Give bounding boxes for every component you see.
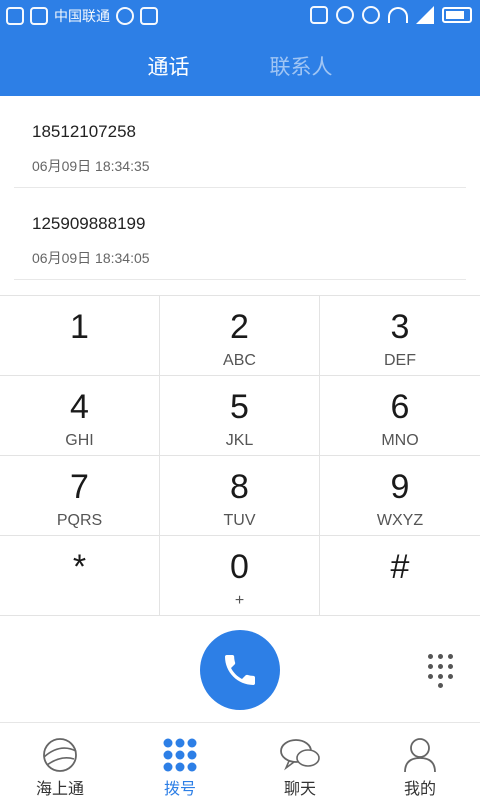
person-icon — [404, 738, 436, 773]
call-number: 18512107258 — [32, 122, 137, 141]
alarm-icon — [336, 6, 354, 24]
globe-icon — [43, 738, 77, 772]
status-bar: 中国联通 — [0, 0, 480, 32]
key-digit: 0 — [230, 548, 249, 586]
call-time: 06月09日 18:34:05 — [32, 250, 150, 266]
signal-icon — [416, 6, 434, 24]
call-time: 06月09日 18:34:35 — [32, 158, 150, 174]
key-star[interactable]: * — [0, 536, 160, 616]
nav-label: 我的 — [403, 781, 436, 798]
key-icon — [362, 6, 380, 24]
call-log-item[interactable]: 125909888199 06月09日 18:34:05 — [14, 188, 466, 280]
status-bar-left: 中国联通 — [6, 6, 158, 26]
key-hash[interactable]: # — [320, 536, 480, 616]
key-letters: ABC — [223, 352, 256, 369]
key-digit: 7 — [70, 468, 89, 506]
nav-label: 海上通 — [35, 781, 84, 798]
app-icon — [140, 7, 158, 25]
carrier-label: 中国联通 — [54, 8, 110, 24]
key-letters: TUV — [223, 512, 256, 529]
bottom-navigation: 海上通 拨号 聊天 我的 — [0, 722, 480, 800]
key-letters: JKL — [225, 432, 254, 449]
phone-icon — [225, 655, 255, 685]
nav-item-me[interactable]: 我的 — [360, 723, 480, 800]
facebook-icon — [30, 7, 48, 25]
key-letters: + — [234, 592, 245, 609]
nav-label: 聊天 — [283, 781, 316, 798]
nav-item-chat[interactable]: 聊天 — [240, 723, 360, 800]
nav-label: 拨号 — [163, 781, 196, 798]
call-log-item[interactable]: 18512107258 06月09日 18:34:35 — [14, 96, 466, 188]
chat-icon — [280, 739, 320, 771]
key-8[interactable]: 8 TUV — [160, 456, 320, 536]
key-4[interactable]: 4 GHI — [0, 376, 160, 456]
key-digit: 6 — [390, 388, 410, 426]
status-bar-right — [310, 6, 472, 24]
key-letters: GHI — [65, 432, 94, 449]
key-digit: 5 — [230, 388, 249, 426]
notification-icon — [6, 7, 24, 25]
nav-item-haishangtong[interactable]: 海上通 — [0, 723, 120, 800]
key-digit: # — [390, 548, 410, 586]
dial-keypad: 1 2 ABC 3 DEF 4 GHI 5 JKL 6 MNO 7 PQRS 8… — [0, 295, 480, 616]
nav-item-dial[interactable]: 拨号 — [120, 723, 240, 800]
call-button[interactable] — [200, 630, 280, 710]
key-7[interactable]: 7 PQRS — [0, 456, 160, 536]
battery-icon — [442, 7, 472, 23]
key-letters: PQRS — [56, 512, 103, 529]
key-1[interactable]: 1 — [0, 296, 160, 376]
key-letters: MNO — [381, 432, 419, 449]
key-digit: 1 — [70, 308, 89, 346]
key-9[interactable]: 9 WXYZ — [320, 456, 480, 536]
key-digit: 9 — [390, 468, 410, 506]
key-5[interactable]: 5 JKL — [160, 376, 320, 456]
top-tabs: 通话 联系人 — [0, 40, 480, 92]
call-number: 125909888199 — [32, 214, 146, 233]
key-digit: 3 — [390, 308, 410, 346]
key-6[interactable]: 6 MNO — [320, 376, 480, 456]
dialpad-icon — [163, 738, 197, 772]
key-letters: WXYZ — [376, 512, 424, 529]
key-digit: * — [72, 548, 87, 586]
messenger-icon — [116, 7, 134, 25]
wifi-icon — [388, 7, 408, 23]
key-2[interactable]: 2 ABC — [160, 296, 320, 376]
key-3[interactable]: 3 DEF — [320, 296, 480, 376]
dialpad-toggle-button[interactable] — [426, 652, 456, 688]
key-letters: DEF — [384, 352, 416, 369]
key-digit: 4 — [70, 388, 89, 426]
tab-calls[interactable]: 通话 — [148, 51, 190, 81]
app-header: 中国联通 通话 联系人 — [0, 0, 480, 96]
nfc-icon — [310, 6, 328, 24]
recent-calls-list: 18512107258 06月09日 18:34:35 125909888199… — [0, 96, 480, 296]
key-digit: 2 — [230, 308, 249, 346]
call-action-row — [0, 616, 480, 722]
key-0[interactable]: 0 + — [160, 536, 320, 616]
tab-contacts[interactable]: 联系人 — [270, 51, 333, 81]
key-digit: 8 — [230, 468, 249, 506]
